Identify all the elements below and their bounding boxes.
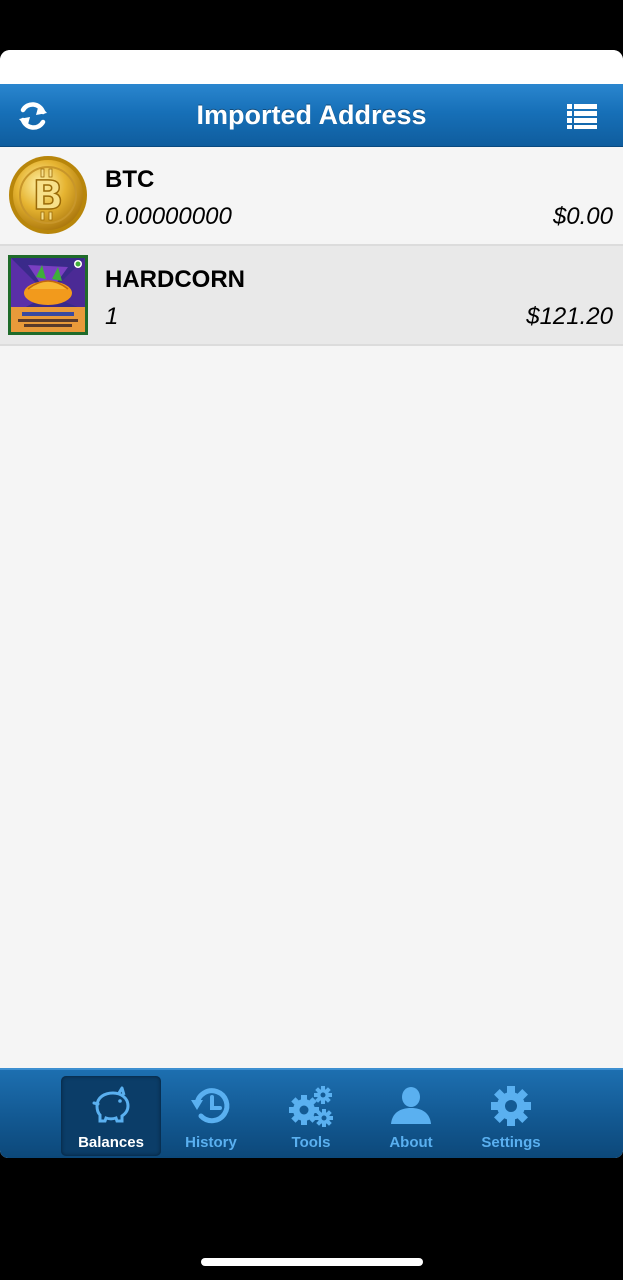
- home-indicator[interactable]: [201, 1258, 423, 1266]
- person-icon: [391, 1087, 431, 1124]
- asset-name: BTC: [105, 166, 155, 193]
- page-title: Imported Address: [196, 100, 427, 130]
- asset-value: $121.20: [526, 303, 613, 330]
- tab-label: History: [185, 1134, 237, 1151]
- history-clock-icon: [191, 1088, 230, 1124]
- menu-button[interactable]: [565, 98, 601, 134]
- asset-quantity: 1: [105, 303, 119, 330]
- list-menu-icon: [567, 104, 597, 129]
- list-item[interactable]: HARDCORN 1 $121.20: [0, 246, 623, 346]
- tab-label: Balances: [78, 1134, 144, 1151]
- gears-icon: [289, 1086, 333, 1127]
- list-item[interactable]: B BTC 0.00000000 $0.00: [0, 146, 623, 246]
- bitcoin-coin-icon: B: [9, 156, 87, 234]
- asset-quantity: 0.00000000: [105, 203, 232, 230]
- tab-settings[interactable]: Settings: [461, 1076, 561, 1156]
- svg-text:B: B: [33, 173, 64, 219]
- asset-name: HARDCORN: [105, 266, 245, 293]
- tab-tools[interactable]: Tools: [261, 1076, 361, 1156]
- asset-value: $0.00: [552, 203, 613, 230]
- balances-list: B BTC 0.00000000 $0.00 HARDCORN 1 $121.2…: [0, 146, 623, 346]
- tab-history[interactable]: History: [161, 1076, 261, 1156]
- tab-label: Settings: [481, 1134, 541, 1151]
- tab-balances[interactable]: Balances: [61, 1076, 161, 1156]
- tab-label: Tools: [291, 1134, 331, 1151]
- gear-icon: [491, 1086, 531, 1126]
- tab-label: About: [389, 1134, 433, 1151]
- tab-about[interactable]: About: [361, 1076, 461, 1156]
- tab-bar: Balances History Tools About Settings: [0, 1068, 623, 1158]
- hardcorn-card-image: [8, 255, 88, 335]
- piggy-bank-icon: [92, 1086, 130, 1123]
- status-bar: [0, 50, 623, 84]
- app-screen: Imported Address B BTC 0.00000000 $0.00 …: [0, 50, 623, 1158]
- nav-bar: Imported Address: [0, 84, 623, 147]
